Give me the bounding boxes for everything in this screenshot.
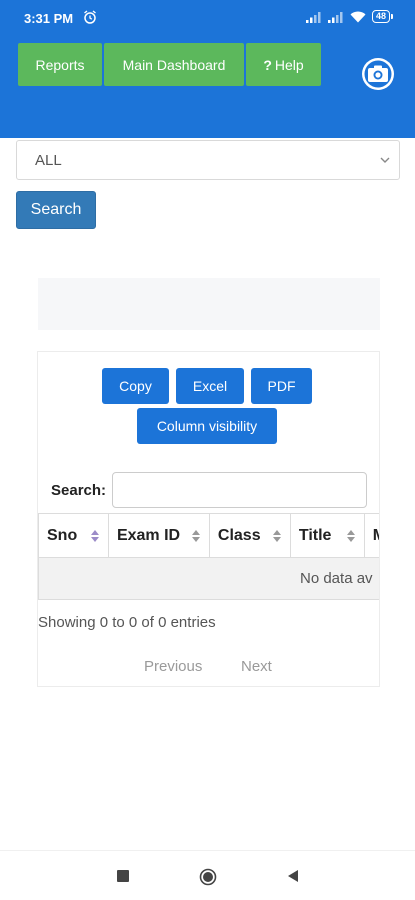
column-header-exam-id[interactable]: Exam ID [107, 513, 210, 558]
sort-icon [346, 529, 355, 542]
table-header-row: Sno Exam ID Class Title [38, 513, 379, 558]
column-header-class[interactable]: Class [208, 513, 291, 558]
column-label: Sno [47, 526, 78, 544]
search-button[interactable]: Search [16, 191, 96, 229]
table-search-input[interactable] [112, 472, 367, 508]
column-label: Title [298, 526, 332, 544]
chevron-down-icon [380, 157, 390, 163]
next-page-button[interactable]: Next [241, 658, 272, 675]
signal-icon-secondary [327, 11, 343, 23]
pdf-button[interactable]: PDF [251, 368, 312, 404]
wifi-icon [350, 11, 366, 22]
sort-icon [272, 529, 281, 542]
android-nav-bar [0, 850, 415, 900]
column-label: Class [217, 526, 261, 544]
summary-panel [38, 278, 380, 330]
column-header-m[interactable]: M [363, 513, 379, 558]
column-header-title[interactable]: Title [289, 513, 365, 558]
home-icon[interactable] [199, 868, 217, 886]
table-info: Showing 0 to 0 of 0 entries [38, 614, 216, 631]
sort-icon [191, 529, 200, 542]
filter-select[interactable]: ALL [16, 140, 400, 180]
report-table-panel: Copy Excel PDF Column visibility Search:… [37, 351, 380, 687]
reports-button[interactable]: Reports [18, 43, 102, 86]
help-button[interactable]: ? Help [246, 43, 321, 86]
alarm-icon [84, 10, 96, 24]
recents-icon[interactable] [116, 869, 130, 883]
status-time: 3:31 PM [24, 11, 74, 26]
column-header-sno[interactable]: Sno [38, 513, 109, 558]
excel-button[interactable]: Excel [176, 368, 244, 404]
battery-level: 48 [371, 10, 390, 23]
status-icons: 48 [305, 10, 393, 23]
main-dashboard-button[interactable]: Main Dashboard [104, 43, 244, 86]
column-label: M [373, 527, 379, 545]
column-label: Exam ID [116, 526, 181, 544]
sort-icon [90, 529, 99, 542]
question-icon: ? [263, 56, 272, 73]
app-header: 3:31 PM 48 Reports Main Dashboard ? Help [0, 0, 415, 138]
help-label: Help [274, 56, 304, 73]
filter-selected-value: ALL [35, 152, 62, 169]
empty-table-message: No data av [300, 570, 373, 587]
signal-icon [305, 11, 321, 23]
back-icon[interactable] [286, 869, 300, 883]
battery-icon: 48 [371, 10, 393, 23]
copy-button[interactable]: Copy [102, 368, 169, 404]
status-bar: 3:31 PM 48 [0, 0, 415, 36]
table-search-label: Search: [51, 482, 107, 499]
camera-icon[interactable] [361, 57, 395, 91]
previous-page-button[interactable]: Previous [144, 658, 202, 675]
column-visibility-button[interactable]: Column visibility [137, 408, 277, 444]
table-scroll-area[interactable]: Sno Exam ID Class Title No data av [38, 513, 379, 601]
